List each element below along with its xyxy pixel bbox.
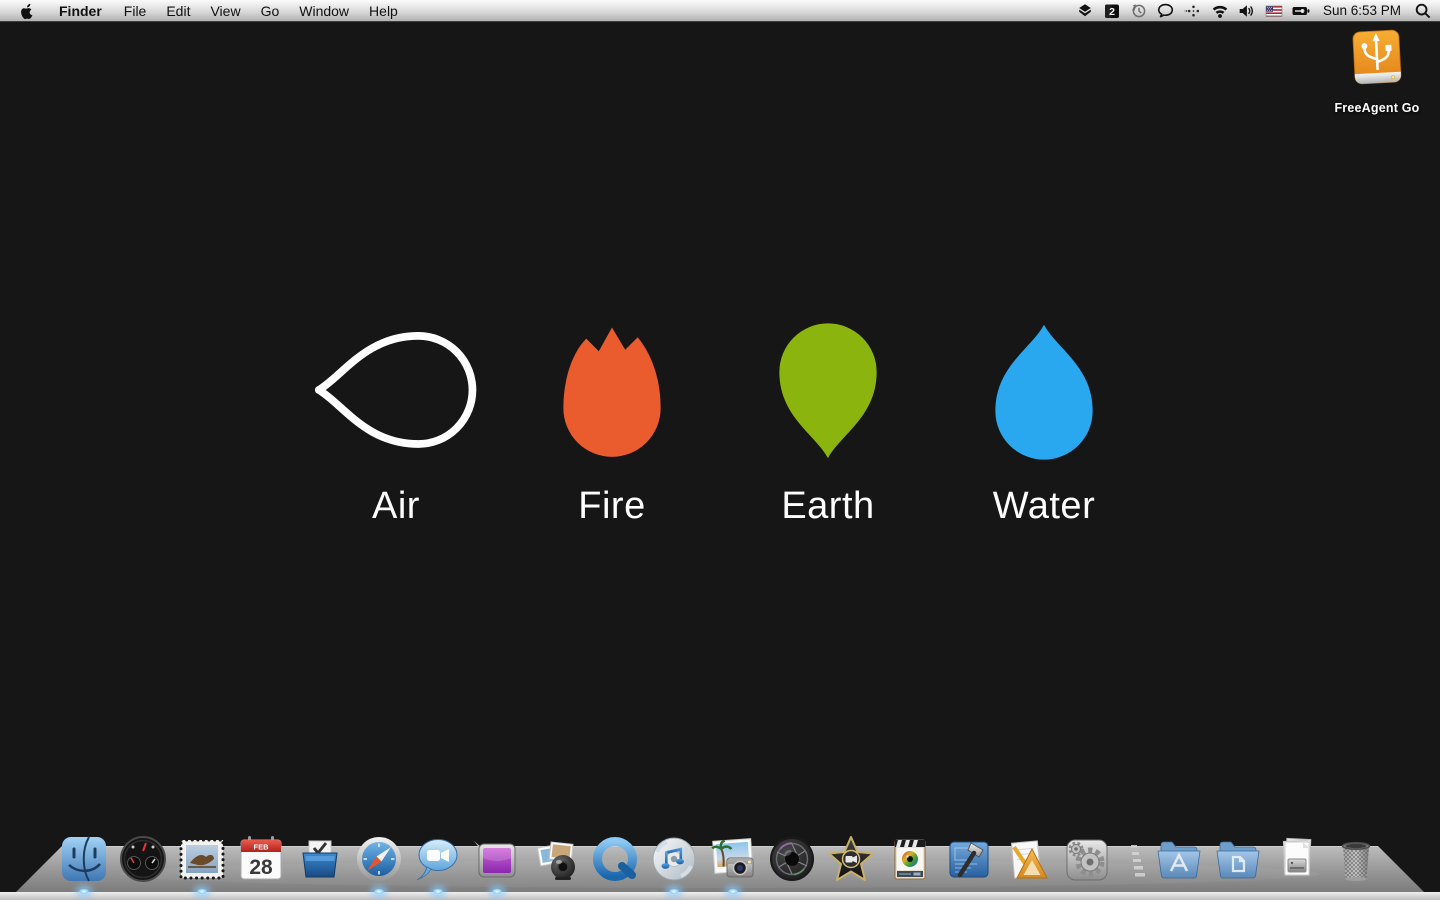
chat-video-icon <box>416 839 458 881</box>
wifi-icon[interactable] <box>1209 1 1231 21</box>
applications-folder-icon <box>1157 841 1201 879</box>
dock-item-documents-stack[interactable] <box>1271 833 1323 885</box>
itunes-cd-icon <box>652 837 696 881</box>
element-water: Water <box>936 322 1152 528</box>
dock-item-video-eye[interactable] <box>884 833 936 885</box>
sync-dots-icon[interactable] <box>1182 1 1204 21</box>
wallpaper-elements: Air Fire Earth Water <box>288 322 1152 528</box>
quicktime-icon <box>593 837 637 881</box>
battery-icon[interactable] <box>1290 1 1312 21</box>
running-indicator <box>727 888 739 895</box>
menu-left: Finder File Edit View Go Window Help <box>6 0 408 21</box>
finder-icon <box>62 836 106 882</box>
menu-item-go[interactable]: Go <box>251 0 290 22</box>
dock-item-quicktime[interactable] <box>589 833 641 885</box>
dropbox-icon[interactable] <box>1074 1 1096 21</box>
dock-item-things[interactable] <box>294 833 346 885</box>
chat-bubble-icon[interactable] <box>1155 1 1177 21</box>
spotlight-icon[interactable] <box>1412 1 1434 21</box>
running-indicator <box>196 888 208 895</box>
svg-text:28: 28 <box>249 856 273 879</box>
svg-text:2: 2 <box>1109 6 1115 18</box>
menu-item-file[interactable]: File <box>114 0 157 22</box>
water-shape-icon <box>995 324 1093 460</box>
air-shape-icon <box>314 332 477 448</box>
external-drive-icon <box>1352 29 1402 85</box>
mail-icon <box>179 838 225 880</box>
fire-shape-icon <box>563 327 661 457</box>
gear-icon <box>1066 839 1108 881</box>
dock-item-itunes[interactable] <box>648 833 700 895</box>
running-indicator <box>432 888 444 895</box>
things-inbox-icon <box>302 840 338 878</box>
menu-item-window[interactable]: Window <box>289 0 359 22</box>
dock-item-safari[interactable] <box>353 833 405 895</box>
dock-item-purple-app[interactable] <box>471 833 523 895</box>
dock-item-documents-folder[interactable] <box>1212 833 1264 885</box>
menu-item-edit[interactable]: Edit <box>156 0 200 22</box>
volume-icon[interactable] <box>1236 1 1258 21</box>
aperture-lens-icon <box>770 837 814 881</box>
dock: FEB 28 <box>0 834 1440 900</box>
menu-item-help[interactable]: Help <box>359 0 408 22</box>
dock-item-system-preferences[interactable] <box>1061 833 1113 885</box>
iphoto-icon <box>711 838 754 878</box>
running-indicator <box>373 888 385 895</box>
dock-item-applications-folder[interactable] <box>1153 833 1205 885</box>
drive-label: FreeAgent Go <box>1334 101 1420 115</box>
element-air: Air <box>288 322 504 528</box>
dock-item-trash[interactable] <box>1330 833 1382 885</box>
dock-separator <box>1120 833 1146 885</box>
input-language-flag-icon[interactable] <box>1263 1 1285 21</box>
dock-item-imovie[interactable] <box>825 833 877 885</box>
dock-item-ical[interactable]: FEB 28 <box>235 833 287 885</box>
running-indicator <box>668 888 680 895</box>
trash-icon <box>1341 842 1371 881</box>
svg-text:FEB: FEB <box>254 843 270 852</box>
dock-item-aperture[interactable] <box>766 833 818 885</box>
badge-2-icon[interactable]: 2 <box>1101 1 1123 21</box>
dock-item-ichat[interactable] <box>412 833 464 895</box>
dock-item-photo-booth[interactable] <box>530 833 582 885</box>
dock-item-mail[interactable] <box>176 833 228 895</box>
documents-folder-icon <box>1216 841 1260 879</box>
purple-display-icon <box>474 841 516 878</box>
imovie-star-icon <box>828 836 874 881</box>
element-label-water: Water <box>992 485 1096 527</box>
menu-item-finder[interactable]: Finder <box>47 0 114 22</box>
running-indicator <box>78 888 90 895</box>
photo-booth-icon <box>537 841 575 880</box>
element-fire: Fire <box>504 322 720 528</box>
desktop-icon-freeagent-go[interactable]: FreeAgent Go <box>1320 28 1434 115</box>
dock-item-finder[interactable] <box>58 833 110 895</box>
earth-shape-icon <box>779 323 877 459</box>
safari-compass-icon <box>357 837 401 881</box>
separator-dashes-icon <box>1131 845 1145 877</box>
dock-items: FEB 28 <box>0 833 1440 895</box>
menu-clock[interactable]: Sun 6:53 PM <box>1317 3 1407 18</box>
element-label-air: Air <box>372 485 420 527</box>
dock-item-xcode[interactable] <box>943 833 995 885</box>
element-earth: Earth <box>720 322 936 528</box>
dock-item-iphoto[interactable] <box>707 833 759 895</box>
dock-item-dashboard[interactable] <box>117 833 169 885</box>
documents-stack-icon <box>1282 837 1312 876</box>
menu-item-view[interactable]: View <box>200 0 250 22</box>
dashboard-icon <box>120 836 166 882</box>
video-eye-icon <box>894 839 926 880</box>
element-label-earth: Earth <box>781 485 875 527</box>
running-indicator <box>491 888 503 895</box>
interface-builder-icon <box>1010 840 1048 879</box>
xcode-hammer-icon <box>949 841 989 878</box>
dock-item-interface-builder[interactable] <box>1002 833 1054 885</box>
calendar-icon: FEB 28 <box>240 836 282 880</box>
apple-logo-icon <box>21 3 33 19</box>
time-machine-icon[interactable] <box>1128 1 1150 21</box>
apple-menu[interactable] <box>6 0 47 21</box>
menu-extras: 2 Sun 6:53 PM <box>1074 0 1434 21</box>
element-label-fire: Fire <box>578 485 646 527</box>
menu-bar: Finder File Edit View Go Window Help 2 S… <box>0 0 1440 22</box>
